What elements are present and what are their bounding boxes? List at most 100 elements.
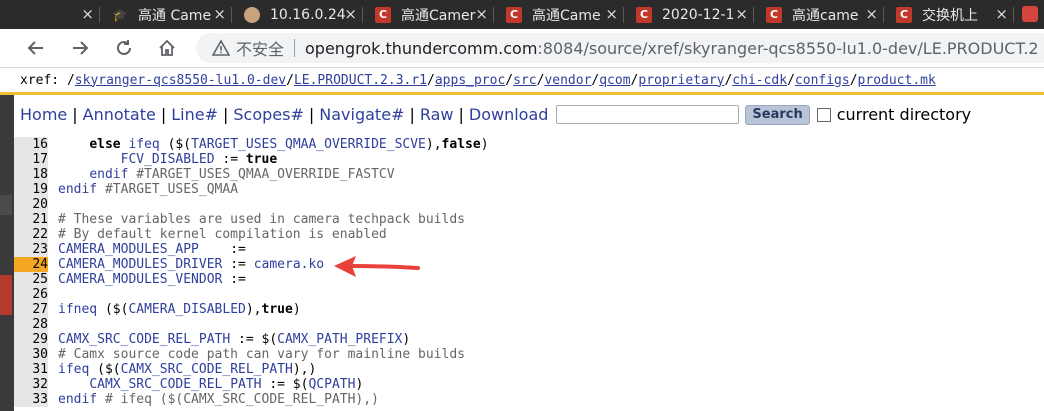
address-bar[interactable]: 不安全 opengrok.thundercomm.com:8084/source… (196, 33, 1044, 63)
browser-tab[interactable]: C 交换机上 × (884, 0, 1014, 29)
code-symbol-link[interactable]: CAMX_SRC_CODE_REL_PATH (89, 377, 261, 392)
search-button[interactable]: Search (745, 104, 810, 125)
tab-close-icon[interactable]: × (605, 5, 618, 23)
xref-path-segment[interactable]: configs (795, 73, 850, 88)
tab-close-icon[interactable]: × (475, 5, 488, 23)
menu-raw-link[interactable]: Raw (420, 105, 454, 124)
code-text: ) (355, 377, 364, 392)
code-text: ($( (89, 362, 121, 377)
xref-path-segment[interactable]: product.mk (858, 73, 936, 88)
back-button[interactable] (24, 36, 48, 60)
menu-annotate-link[interactable]: Annotate (83, 105, 156, 124)
line-number[interactable]: 31 (14, 362, 48, 377)
code-symbol-link[interactable]: camera.ko (254, 257, 324, 272)
code-symbol-link[interactable]: endif (58, 182, 97, 197)
xref-prefix: xref: / (20, 72, 75, 88)
code-symbol-link[interactable]: CAMERA_MODULES_APP (58, 242, 199, 257)
browser-tab[interactable]: 🎓 高通 Came × (100, 0, 232, 29)
tab-close-icon[interactable]: × (213, 5, 226, 23)
home-button[interactable] (155, 36, 179, 60)
browser-tab[interactable]: × (0, 0, 100, 29)
xref-path-segment[interactable]: src (513, 73, 536, 88)
code-line: 16 else ifeq ($(TARGET_USES_QMAA_OVERRID… (14, 137, 1044, 152)
line-number[interactable]: 33 (14, 392, 48, 407)
browser-tab[interactable]: C 高通came × (754, 0, 884, 29)
browser-tab[interactable]: C 高通Came × (494, 0, 624, 29)
code-symbol-link[interactable]: ifeq (58, 362, 89, 377)
extension-icon[interactable] (1022, 6, 1038, 22)
code-symbol-link[interactable]: CAMERA_MODULES_VENDOR (58, 272, 222, 287)
browser-tab[interactable]: C 2020-12-1 × (624, 0, 754, 29)
xref-path-segment[interactable]: apps_proc (435, 73, 505, 88)
code-symbol-link[interactable]: CAMX_SRC_CODE_REL_PATH (121, 362, 293, 377)
menu-scopes-link[interactable]: Scopes# (233, 105, 303, 124)
avatar-icon (244, 6, 260, 23)
xref-path-segment[interactable]: skyranger-qcs8550-lu1.0-dev (75, 73, 286, 88)
tab-close-icon[interactable]: × (81, 5, 94, 23)
line-number[interactable]: 24 (14, 257, 48, 272)
line-number[interactable]: 23 (14, 242, 48, 257)
code-symbol-link[interactable]: CAMX_PATH_PREFIX (277, 332, 402, 347)
line-number[interactable]: 16 (14, 137, 48, 152)
code-line: 25 CAMERA_MODULES_VENDOR := (14, 272, 1044, 287)
current-directory-checkbox[interactable] (816, 107, 831, 122)
tab-close-icon[interactable]: × (344, 5, 357, 23)
browser-tab[interactable]: C 高通Camer × (363, 0, 494, 29)
code-symbol-link[interactable]: ifeq (128, 137, 159, 152)
line-number[interactable]: 29 (14, 332, 48, 347)
xref-path-segment[interactable]: qcom (599, 73, 630, 88)
xref-path-segment[interactable]: vendor (544, 73, 591, 88)
c-icon: C (506, 6, 522, 23)
code-symbol-link[interactable]: CAMERA_MODULES_DRIVER (58, 257, 222, 272)
warning-icon (212, 39, 230, 56)
opengrok-menu: Home | Annotate | Line# | Scopes# | Navi… (0, 97, 1044, 132)
line-number[interactable]: 22 (14, 227, 48, 242)
code-symbol-link[interactable]: ifneq (58, 302, 97, 317)
code-symbol-link[interactable]: TARGET_USES_QMAA_OVERRIDE_SCVE (191, 137, 426, 152)
line-number[interactable]: 19 (14, 182, 48, 197)
code-comment: #TARGET_USES_QMAA (97, 182, 239, 197)
menu-download-link[interactable]: Download (469, 105, 549, 124)
reload-button[interactable] (112, 36, 136, 60)
line-number[interactable]: 32 (14, 377, 48, 392)
menu-separator: | (160, 105, 167, 124)
code-symbol-link[interactable]: CAMERA_DISABLED (128, 302, 245, 317)
code-symbol-link[interactable]: CAMX_SRC_CODE_REL_PATH (58, 332, 230, 347)
line-number[interactable]: 30 (14, 347, 48, 362)
security-indicator[interactable]: 不安全 (212, 36, 284, 60)
code-line: 26 (14, 287, 1044, 302)
line-number[interactable]: 25 (14, 272, 48, 287)
tab-close-icon[interactable]: × (865, 5, 878, 23)
tab-title: 高通came (792, 7, 859, 24)
line-number[interactable]: 28 (14, 317, 48, 332)
menu-navigate-link[interactable]: Navigate# (319, 105, 404, 124)
line-number[interactable]: 17 (14, 152, 48, 167)
code-text: ) (292, 302, 301, 317)
code-comment: # These variables are used in camera tec… (58, 212, 465, 227)
code-line: 31 ifeq ($(CAMX_SRC_CODE_REL_PATH),) (14, 362, 1044, 377)
search-input[interactable] (556, 105, 740, 124)
menu-home-link[interactable]: Home (20, 105, 67, 124)
code-keyword: else (89, 137, 121, 152)
forward-button[interactable] (68, 36, 92, 60)
browser-tab[interactable]: 10.16.0.24 × (232, 0, 363, 29)
xref-path-segment[interactable]: chi-cdk (732, 73, 787, 88)
code-symbol-link[interactable]: FCV_DISABLED (121, 152, 215, 167)
line-number[interactable]: 26 (14, 287, 48, 302)
xref-path-segment[interactable]: LE.PRODUCT.2.3.r1 (294, 73, 427, 88)
tab-close-icon[interactable]: × (735, 5, 748, 23)
code-symbol-link[interactable]: endif (58, 392, 97, 407)
menu-line-link[interactable]: Line# (171, 105, 218, 124)
line-number[interactable]: 21 (14, 212, 48, 227)
code-line: 22 # By default kernel compilation is ena… (14, 227, 1044, 242)
line-number[interactable]: 18 (14, 167, 48, 182)
line-number[interactable]: 20 (14, 197, 48, 212)
line-number[interactable]: 27 (14, 302, 48, 317)
tab-close-icon[interactable]: × (995, 5, 1008, 23)
xref-path-segment[interactable]: proprietary (638, 73, 724, 88)
code-line: 27 ifneq ($(CAMERA_DISABLED),true) (14, 302, 1044, 317)
code-symbol-link[interactable]: QCPATH (308, 377, 355, 392)
xref-separator: / (849, 72, 858, 88)
code-symbol-link[interactable]: endif (89, 167, 128, 182)
